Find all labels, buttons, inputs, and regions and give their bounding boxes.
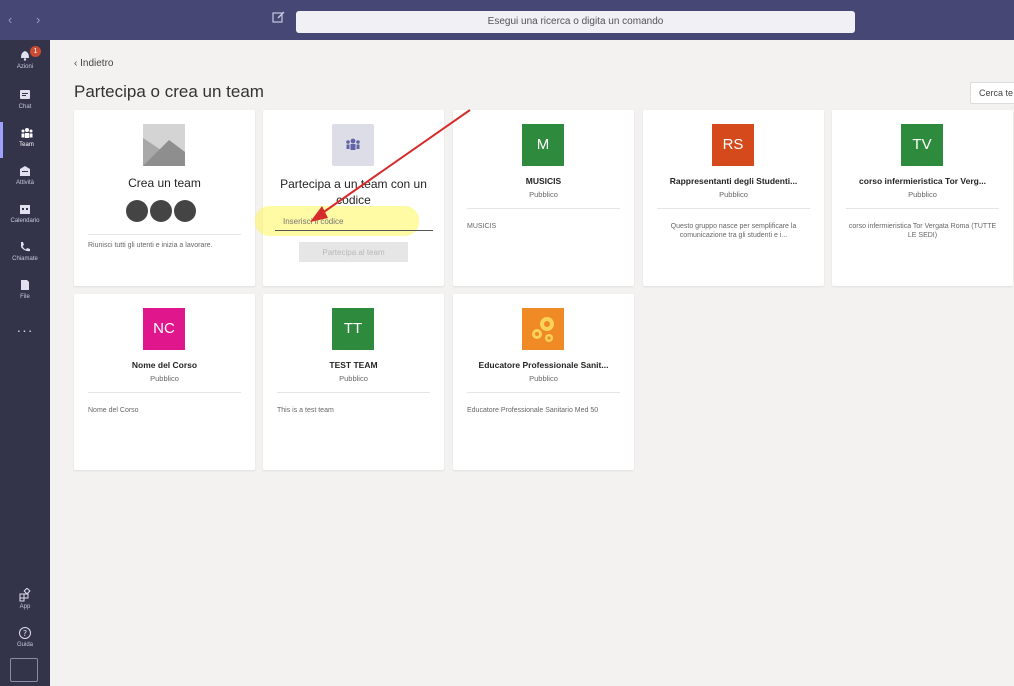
file-icon [21, 280, 29, 290]
rail-item-label: Calendario [10, 218, 40, 224]
command-search-input[interactable]: Esegui una ricerca o digita un comando [296, 11, 855, 33]
team-avatar: RS [712, 124, 754, 166]
rail-item-calls[interactable]: Chiamate [0, 236, 50, 272]
team-description: Educatore Professionale Sanitario Med 50 [467, 407, 599, 414]
rail-item-calendar[interactable]: Calendario [0, 198, 50, 234]
card-divider [467, 392, 620, 393]
card-divider [467, 208, 620, 209]
team-name: TEST TEAM [329, 360, 378, 370]
compose-icon[interactable] [272, 10, 290, 28]
card-divider [88, 392, 241, 393]
team-avatar: TT [332, 308, 374, 350]
team-description: corso infermieristica Tor Vergata Roma (… [848, 223, 997, 239]
back-label: Indietro [80, 58, 114, 69]
team-name: Rappresentanti degli Studenti... [669, 176, 798, 186]
create-team-title: Crea un team [128, 176, 201, 190]
card-divider [88, 234, 241, 235]
member-avatars [126, 200, 198, 227]
team-name: Educatore Professionale Sanit... [478, 360, 609, 370]
history-nav: ‹ › [8, 12, 50, 27]
team-card[interactable]: NC Nome del Corso Pubblico Nome del Cors… [74, 294, 255, 470]
rail-item-label: Team [19, 142, 34, 148]
rail-item-label: Attività [15, 180, 34, 186]
team-name: Nome del Corso [131, 360, 198, 370]
calendar-icon [20, 205, 30, 214]
back-arrow-icon[interactable]: ‹ [8, 12, 22, 27]
join-team-title: Partecipa a un team con un codice [280, 177, 427, 207]
rail-item-apps[interactable]: App [0, 584, 50, 620]
team-visibility: Pubblico [908, 190, 937, 199]
help-icon: ? [19, 627, 31, 639]
team-card[interactable]: TT TEST TEAM Pubblico This is a test tea… [263, 294, 444, 470]
app-rail: 1 Azioni Chat Team Attività Calendario C… [0, 40, 50, 686]
rail-item-chat[interactable]: Chat [0, 84, 50, 120]
team-name: corso infermieristica Tor Verg... [859, 176, 986, 186]
team-description: This is a test team [277, 407, 334, 414]
team-description: MUSICIS [467, 223, 497, 230]
teams-icon [21, 128, 32, 138]
back-link[interactable]: ‹ Indietro [74, 58, 113, 69]
chat-icon [20, 90, 30, 99]
assignments-icon [20, 166, 30, 176]
team-avatar [522, 308, 564, 350]
svg-text:?: ? [23, 629, 27, 638]
avatar [174, 200, 196, 222]
team-code-input[interactable] [275, 213, 433, 231]
avatar [150, 200, 172, 222]
create-team-description: Riunisci tutti gli utenti e inizia a lav… [88, 242, 213, 249]
notification-badge: 1 [30, 46, 41, 57]
join-team-card: Partecipa a un team con un codice Partec… [255, 110, 444, 286]
team-visibility: Pubblico [529, 374, 558, 383]
more-apps-icon[interactable]: ··· [0, 322, 50, 338]
rail-item-label: Azioni [16, 64, 34, 70]
rail-item-team[interactable]: Team [0, 122, 50, 158]
rail-item-label: App [19, 604, 31, 610]
join-team-button[interactable]: Partecipa al team [299, 242, 408, 262]
team-card[interactable]: Educatore Professionale Sanit... Pubblic… [453, 294, 634, 470]
phone-icon [21, 242, 30, 252]
team-description: Questo gruppo nasce per semplificare la … [670, 223, 797, 239]
apps-icon [19, 588, 31, 602]
team-visibility: Pubblico [529, 190, 558, 199]
device-icon[interactable] [10, 658, 38, 682]
team-visibility: Pubblico [150, 374, 179, 383]
team-visibility: Pubblico [339, 374, 368, 383]
team-card[interactable]: TV corso infermieristica Tor Verg... Pub… [832, 110, 1013, 286]
search-teams-input[interactable]: Cerca te [970, 82, 1014, 104]
card-divider [846, 208, 999, 209]
rail-item-assignments[interactable]: Attività [0, 160, 50, 196]
rail-item-files[interactable]: File [0, 274, 50, 310]
team-avatar: NC [143, 308, 185, 350]
rail-item-label: Chiamate [12, 256, 38, 262]
avatar [126, 200, 148, 222]
team-card[interactable]: RS Rappresentanti degli Studenti... Pubb… [643, 110, 824, 286]
title-bar: ‹ › Esegui una ricerca o digita un coman… [0, 0, 1014, 40]
team-card[interactable]: M MUSICIS Pubblico MUSICIS [453, 110, 634, 286]
main-content: ‹ Indietro Partecipa o crea un team Cerc… [50, 40, 1014, 686]
team-avatar: M [522, 124, 564, 166]
create-team-card[interactable]: Crea un team Riunisci tutti gli utenti e… [74, 110, 255, 286]
team-description: Nome del Corso [88, 407, 139, 414]
rail-item-help[interactable]: ? Guida [0, 622, 50, 658]
team-visibility: Pubblico [719, 190, 748, 199]
rail-item-label: Chat [18, 104, 32, 110]
team-name: MUSICIS [525, 176, 562, 186]
team-avatar: TV [901, 124, 943, 166]
card-divider [657, 208, 810, 209]
rail-item-label: File [20, 294, 30, 300]
card-divider [277, 392, 430, 393]
team-image-icon [143, 124, 185, 166]
forward-arrow-icon[interactable]: › [36, 12, 50, 27]
page-title: Partecipa o crea un team [74, 82, 264, 101]
rail-item-label: Guida [16, 642, 33, 648]
teams-icon [332, 124, 374, 166]
rail-item-activity[interactable]: 1 Azioni [0, 44, 50, 80]
gears-icon [532, 317, 554, 342]
